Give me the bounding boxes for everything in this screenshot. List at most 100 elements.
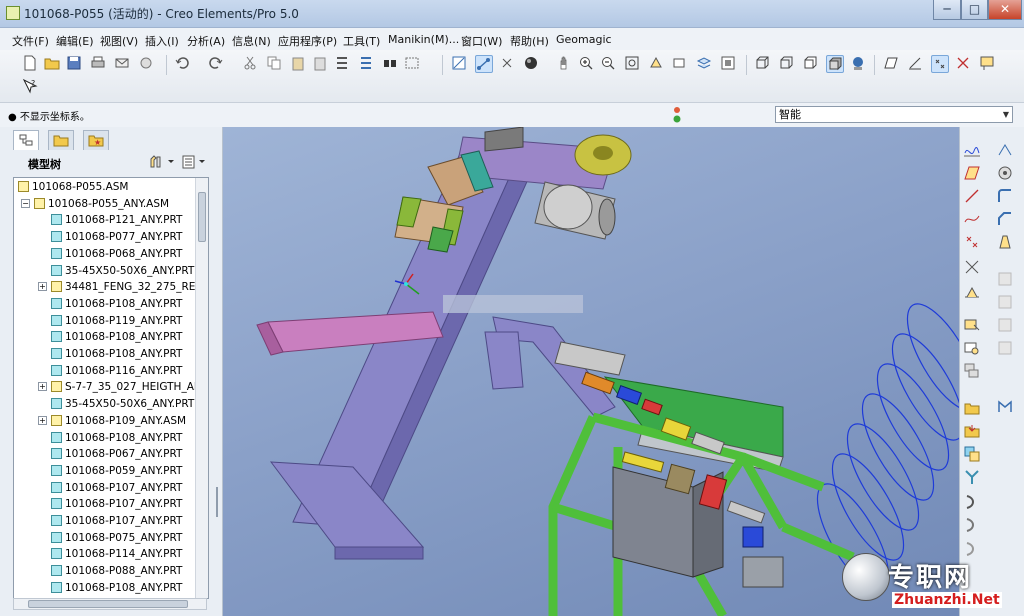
cut-out-icon[interactable] xyxy=(963,493,981,511)
tree-columns-button[interactable] xyxy=(181,153,209,171)
sketch-datum-icon[interactable] xyxy=(963,141,981,159)
round-icon[interactable] xyxy=(996,187,1014,205)
menu-applications[interactable]: 应用程序(P) xyxy=(278,33,337,49)
tree-vertical-scrollbar[interactable] xyxy=(195,178,208,598)
datum-plane-display-icon[interactable] xyxy=(451,55,469,73)
insert-component-icon[interactable] xyxy=(963,398,981,416)
menu-help[interactable]: 帮助(H) xyxy=(510,33,549,49)
regenerate-icon[interactable] xyxy=(334,55,352,73)
datum-axes-on-icon[interactable] xyxy=(907,55,925,73)
cut-icon[interactable] xyxy=(242,55,260,73)
shading-sphere-icon[interactable] xyxy=(523,55,541,73)
selection-filter-dropdown[interactable]: 智能 ▼ xyxy=(775,106,1013,123)
menu-edit[interactable]: 编辑(E) xyxy=(56,33,94,49)
close-button[interactable]: ✕ xyxy=(988,0,1022,20)
open-folder-icon[interactable] xyxy=(44,55,62,73)
datum-plane-icon[interactable] xyxy=(963,164,981,182)
scroll-thumb[interactable] xyxy=(28,600,188,608)
shading-icon[interactable] xyxy=(826,55,844,73)
menu-insert[interactable]: 插入(I) xyxy=(145,33,179,49)
revolve-icon[interactable] xyxy=(996,141,1014,159)
package-icon[interactable] xyxy=(963,421,981,439)
zoom-out-icon[interactable] xyxy=(600,55,618,73)
tree-settings-button[interactable] xyxy=(148,153,176,171)
title-bar: 101068-P055 (活动的) - Creo Elements/Pro 5.… xyxy=(0,0,1024,28)
datum-point-display-icon[interactable] xyxy=(499,55,517,73)
saved-views-icon[interactable] xyxy=(672,55,690,73)
zoom-in-icon[interactable] xyxy=(578,55,596,73)
assemble-component-icon[interactable] xyxy=(963,316,981,334)
expand-icon[interactable]: + xyxy=(38,382,47,392)
menu-bar: 文件(F) 编辑(E) 视图(V) 插入(I) 分析(A) 信息(N) 应用程序… xyxy=(0,28,1024,50)
graphics-window[interactable] xyxy=(223,127,959,616)
menu-geomagic[interactable]: Geomagic xyxy=(556,33,612,46)
copy-icon[interactable] xyxy=(266,55,284,73)
tab-model-tree[interactable] xyxy=(13,130,39,150)
annotation-display-icon[interactable] xyxy=(979,55,997,73)
layers-icon[interactable] xyxy=(696,55,714,73)
analysis-feature-icon[interactable] xyxy=(963,283,981,301)
menu-manikin[interactable]: Manikin(M)... xyxy=(388,33,459,46)
datum-axis-display-icon[interactable] xyxy=(475,55,493,73)
send-link-icon[interactable] xyxy=(138,55,156,73)
menu-window[interactable]: 窗口(W) xyxy=(461,33,502,49)
regen-manager-icon[interactable] xyxy=(358,55,376,73)
3d-model-view[interactable] xyxy=(223,127,959,616)
context-help-icon[interactable]: ? xyxy=(22,78,40,96)
repeat-component-icon[interactable] xyxy=(963,362,981,380)
expand-icon[interactable]: + xyxy=(38,282,47,292)
print-icon[interactable] xyxy=(90,55,108,73)
datum-curve-icon[interactable] xyxy=(963,210,981,228)
tab-folder-browser[interactable] xyxy=(48,130,74,150)
chamfer-icon[interactable] xyxy=(996,210,1014,228)
menu-file[interactable]: 文件(F) xyxy=(12,33,49,49)
explode-view-icon[interactable] xyxy=(963,445,981,463)
spring-coil xyxy=(816,303,959,591)
paste-icon[interactable] xyxy=(290,55,308,73)
datum-axis-icon[interactable] xyxy=(963,187,981,205)
refit-icon[interactable] xyxy=(624,55,642,73)
menu-view[interactable]: 视图(V) xyxy=(100,33,138,49)
reorient-icon[interactable] xyxy=(648,55,666,73)
minimize-button[interactable]: ─ xyxy=(933,0,961,20)
menu-tools[interactable]: 工具(T) xyxy=(343,33,380,49)
panel-splitter[interactable] xyxy=(215,427,220,577)
hole-icon[interactable] xyxy=(996,164,1014,182)
expand-icon[interactable]: + xyxy=(38,415,47,425)
paste-special-icon[interactable] xyxy=(312,55,330,73)
pan-hand-icon[interactable] xyxy=(556,55,574,73)
collapse-icon[interactable]: − xyxy=(21,198,30,208)
intersect-icon[interactable] xyxy=(963,468,981,486)
view-manager-icon[interactable] xyxy=(720,55,738,73)
enhanced-realism-icon[interactable] xyxy=(850,55,868,73)
tree-item-label: 101068-P075_ANY.PRT xyxy=(65,531,183,544)
select-box-icon[interactable] xyxy=(404,55,422,73)
save-icon[interactable] xyxy=(66,55,84,73)
merge-icon[interactable] xyxy=(996,398,1014,416)
maximize-button[interactable]: □ xyxy=(961,0,988,20)
tree-horizontal-scrollbar[interactable] xyxy=(13,598,207,610)
tab-favorites[interactable]: ★ xyxy=(83,130,109,150)
menu-analysis[interactable]: 分析(A) xyxy=(187,33,225,49)
datum-points-on-icon[interactable] xyxy=(931,55,949,73)
tree-item-content: 101068-P108_ANY.PRT xyxy=(51,346,182,362)
scroll-thumb[interactable] xyxy=(198,192,206,242)
wireframe-icon[interactable] xyxy=(754,55,772,73)
create-component-icon[interactable] xyxy=(963,339,981,357)
datum-point-icon[interactable] xyxy=(963,233,981,251)
coordinate-systems-on-icon[interactable] xyxy=(955,55,973,73)
tree-item-label: 101068-P108_ANY.PRT xyxy=(65,348,183,360)
mold-icon[interactable] xyxy=(963,540,981,558)
redo-icon[interactable] xyxy=(208,55,226,73)
undo-icon[interactable] xyxy=(174,55,192,73)
draft-icon[interactable] xyxy=(996,233,1014,251)
no-hidden-icon[interactable] xyxy=(802,55,820,73)
new-file-icon[interactable] xyxy=(22,55,40,73)
flip-icon[interactable] xyxy=(963,516,981,534)
find-icon[interactable] xyxy=(382,55,400,73)
hidden-line-icon[interactable] xyxy=(778,55,796,73)
send-mail-icon[interactable] xyxy=(114,55,132,73)
menu-info[interactable]: 信息(N) xyxy=(232,33,271,49)
coordinate-system-icon[interactable] xyxy=(963,258,981,276)
datum-planes-on-icon[interactable] xyxy=(883,55,901,73)
